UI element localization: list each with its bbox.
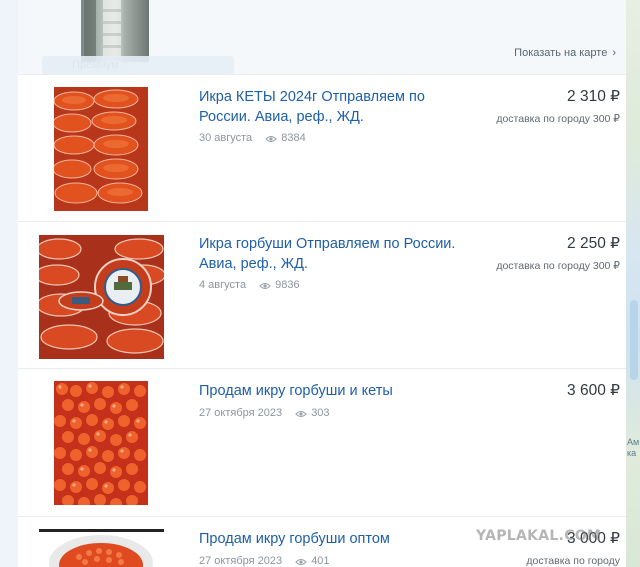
- listing-price: 3 600 ₽: [567, 382, 620, 399]
- previous-listing-tail: Премиум Показать на карте ›: [18, 0, 626, 75]
- show-on-map-link[interactable]: Показать на карте ›: [514, 47, 616, 59]
- listing-date: 30 августа: [199, 132, 253, 144]
- listing-meta: 27 октября 2023 401: [199, 555, 330, 567]
- page: Премиум Показать на карте › Икра КЕТЫ 20…: [0, 0, 640, 567]
- listing-title-link[interactable]: Икра горбуши Отправляем по России. Авиа,…: [199, 234, 471, 274]
- listing-item[interactable]: Икра горбуши Отправляем по России. Авиа,…: [18, 222, 626, 369]
- map-label: Ам: [627, 437, 640, 447]
- map-river: [630, 300, 638, 380]
- premium-badge-label: Премиум: [72, 59, 119, 71]
- listing-price: 2 250 ₽: [567, 235, 620, 252]
- listing-price: 2 310 ₽: [567, 88, 620, 105]
- listing-delivery: доставка по городу: [526, 555, 620, 567]
- map-label: ка: [627, 448, 637, 458]
- eye-icon: [265, 134, 277, 146]
- eye-icon: [295, 409, 307, 421]
- listing-date: 27 октября 2023: [199, 555, 283, 567]
- listing-photo[interactable]: [54, 87, 148, 211]
- eye-icon: [259, 281, 271, 293]
- listing-item[interactable]: Икра КЕТЫ 2024г Отправляем по России. Ав…: [18, 75, 626, 222]
- listing-feed: Премиум Показать на карте › Икра КЕТЫ 20…: [18, 0, 626, 567]
- listing-delivery: доставка по городу 300 ₽: [496, 260, 620, 272]
- listing-views: 401: [311, 555, 330, 567]
- listing-item[interactable]: Продам икру горбуши и кеты 27 октября 20…: [18, 369, 626, 517]
- map-preview-edge[interactable]: Ам ка: [626, 0, 640, 567]
- watermark-logo: YAPLAKAL.COM: [476, 528, 602, 544]
- listing-date: 27 октября 2023: [199, 407, 283, 419]
- listing-date: 4 августа: [199, 279, 247, 291]
- listing-meta: 27 октября 2023 303: [199, 407, 330, 421]
- listing-title-link[interactable]: Продам икру горбуши оптом: [199, 529, 471, 549]
- listing-meta: 30 августа 8384: [199, 132, 306, 146]
- listing-views: 8384: [281, 132, 306, 144]
- listing-views: 303: [311, 407, 330, 419]
- listing-meta: 4 августа 9836: [199, 279, 300, 293]
- show-on-map-label: Показать на карте: [514, 47, 608, 59]
- listing-views: 9836: [275, 279, 300, 291]
- chevron-right-icon: ›: [612, 47, 616, 59]
- listing-delivery: доставка по городу 300 ₽: [496, 113, 620, 125]
- listing-title-link[interactable]: Икра КЕТЫ 2024г Отправляем по России. Ав…: [199, 87, 471, 127]
- listing-title-link[interactable]: Продам икру горбуши и кеты: [199, 381, 471, 401]
- listing-photo[interactable]: [39, 529, 164, 567]
- listing-photo[interactable]: [39, 235, 164, 359]
- eye-icon: [295, 557, 307, 567]
- previous-listing-photo[interactable]: [81, 0, 149, 62]
- premium-badge: Премиум: [42, 56, 234, 74]
- listing-photo[interactable]: [54, 381, 148, 505]
